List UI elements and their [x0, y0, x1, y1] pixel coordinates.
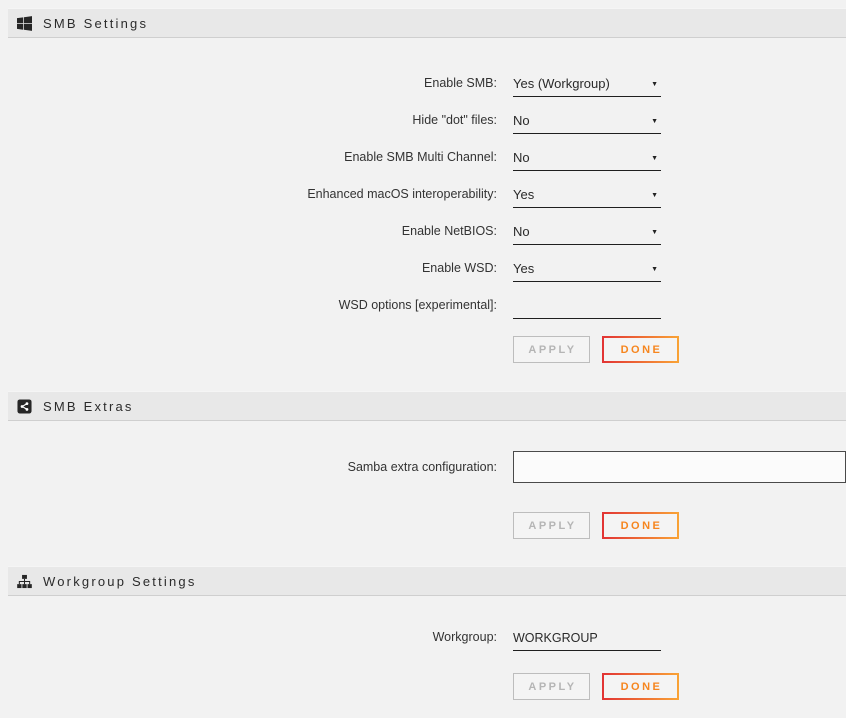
enable-wsd-select[interactable]: Yes ▼ [513, 261, 661, 282]
enable-netbios-select[interactable]: No ▼ [513, 224, 661, 245]
sitemap-icon [17, 574, 32, 589]
done-button[interactable]: DONE [602, 336, 679, 363]
form-row-smb-multi-channel: Enable SMB Multi Channel: No ▼ [0, 134, 846, 171]
select-value: No [513, 150, 530, 165]
caret-down-icon: ▼ [651, 153, 661, 165]
section-header-smb-settings: SMB Settings [8, 8, 846, 38]
select-value: Yes [513, 187, 534, 202]
field-label: Enhanced macOS interoperability: [0, 187, 497, 208]
select-value: No [513, 224, 530, 239]
form-row-workgroup: Workgroup: [0, 614, 846, 651]
form-row-hide-dot-files: Hide "dot" files: No ▼ [0, 97, 846, 134]
done-button[interactable]: DONE [602, 673, 679, 700]
form-row-enable-netbios: Enable NetBIOS: No ▼ [0, 208, 846, 245]
section-title: SMB Settings [43, 16, 148, 31]
done-button[interactable]: DONE [602, 512, 679, 539]
form-row-samba-extra: Samba extra configuration: [0, 451, 846, 483]
select-value: No [513, 113, 530, 128]
smb-multi-channel-select[interactable]: No ▼ [513, 150, 661, 171]
smb-extras-buttons: APPLY DONE [513, 512, 846, 539]
field-label: WSD options [experimental]: [0, 298, 497, 319]
field-label: Enable SMB Multi Channel: [0, 150, 497, 171]
form-row-enable-wsd: Enable WSD: Yes ▼ [0, 245, 846, 282]
select-value: Yes [513, 261, 534, 276]
share-square-icon [17, 399, 32, 414]
form-row-enable-smb: Enable SMB: Yes (Workgroup) ▼ [0, 60, 846, 97]
field-label: Enable WSD: [0, 261, 497, 282]
workgroup-input[interactable] [513, 631, 661, 651]
field-label: Enable SMB: [0, 76, 497, 97]
settings-page: SMB Settings Enable SMB: Yes (Workgroup)… [0, 0, 846, 718]
smb-settings-buttons: APPLY DONE [513, 336, 846, 363]
field-label: Samba extra configuration: [0, 460, 497, 474]
caret-down-icon: ▼ [651, 264, 661, 276]
macos-interop-select[interactable]: Yes ▼ [513, 187, 661, 208]
caret-down-icon: ▼ [651, 190, 661, 202]
workgroup-settings-form: Workgroup: APPLY DONE [0, 596, 846, 700]
apply-button[interactable]: APPLY [513, 673, 590, 700]
windows-icon [17, 16, 32, 31]
field-label: Hide "dot" files: [0, 113, 497, 134]
section-header-smb-extras: SMB Extras [8, 391, 846, 421]
section-title: Workgroup Settings [43, 574, 197, 589]
smb-settings-form: Enable SMB: Yes (Workgroup) ▼ Hide "dot"… [0, 38, 846, 363]
wsd-options-input[interactable] [513, 299, 661, 319]
hide-dot-files-select[interactable]: No ▼ [513, 113, 661, 134]
form-row-macos-interop: Enhanced macOS interoperability: Yes ▼ [0, 171, 846, 208]
select-value: Yes (Workgroup) [513, 76, 610, 91]
apply-button[interactable]: APPLY [513, 512, 590, 539]
smb-extras-form: Samba extra configuration: APPLY DONE [0, 451, 846, 539]
section-title: SMB Extras [43, 399, 134, 414]
caret-down-icon: ▼ [651, 79, 661, 91]
workgroup-settings-buttons: APPLY DONE [513, 673, 846, 700]
apply-button[interactable]: APPLY [513, 336, 590, 363]
field-label: Enable NetBIOS: [0, 224, 497, 245]
enable-smb-select[interactable]: Yes (Workgroup) ▼ [513, 76, 661, 97]
caret-down-icon: ▼ [651, 227, 661, 239]
section-header-workgroup-settings: Workgroup Settings [8, 566, 846, 596]
form-row-wsd-options: WSD options [experimental]: [0, 282, 846, 319]
samba-extra-configuration-textarea[interactable] [513, 451, 846, 483]
caret-down-icon: ▼ [651, 116, 661, 128]
field-label: Workgroup: [0, 630, 497, 651]
